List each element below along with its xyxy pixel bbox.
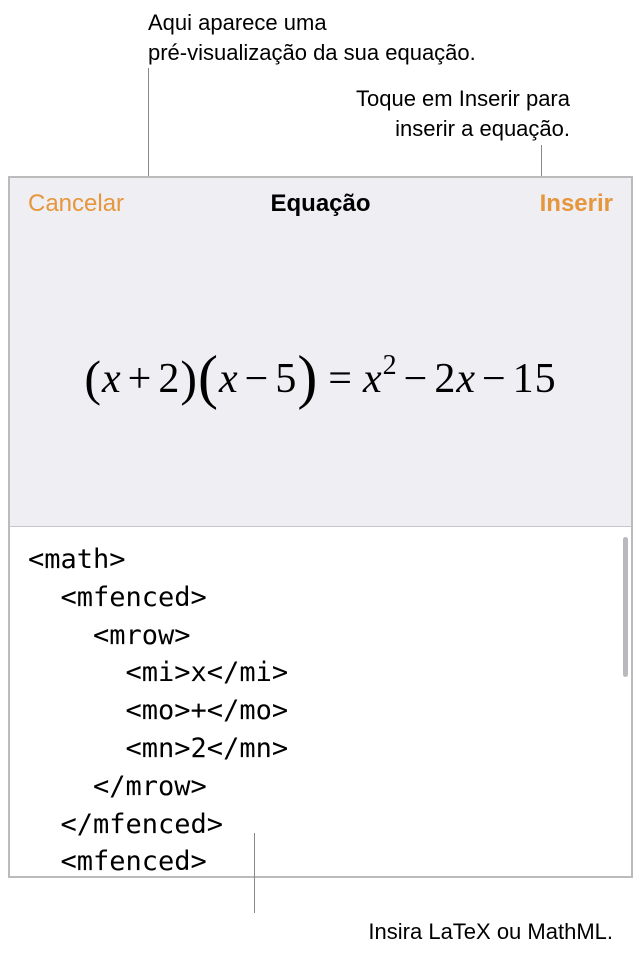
scroll-indicator[interactable]: [623, 537, 628, 677]
callout-insert: Toque em Inserir parainserir a equação.: [250, 84, 570, 143]
num-5: 5: [275, 356, 297, 402]
equation-code-input[interactable]: <math> <mfenced> <mrow> <mi>x</mi> <mo>+…: [10, 527, 631, 876]
var-x-2: x: [219, 356, 239, 402]
op-plus-1: +: [122, 356, 159, 402]
num-2: 2: [158, 356, 180, 402]
var-x-3: x: [363, 356, 383, 402]
insert-button[interactable]: Inserir: [540, 190, 613, 218]
callout-preview: Aqui aparece umapré-visualização da sua …: [148, 8, 528, 67]
close-paren-2: ): [297, 344, 318, 410]
op-minus-1: −: [239, 356, 276, 402]
callout-leader-input: [254, 833, 255, 913]
coef-2: 2: [434, 356, 456, 402]
var-x-4: x: [456, 356, 476, 402]
num-15: 15: [513, 356, 557, 402]
close-paren-1: ): [180, 350, 198, 406]
dialog-header: Cancelar Equação Inserir: [10, 178, 631, 228]
var-x-1: x: [102, 356, 122, 402]
equation-render: (x+2)(x−5)=x2−2x−15: [84, 343, 556, 412]
open-paren-1: (: [84, 350, 102, 406]
op-equals: =: [318, 356, 363, 402]
equation-preview: (x+2)(x−5)=x2−2x−15: [10, 228, 631, 527]
op-minus-2: −: [398, 356, 435, 402]
open-paren-2: (: [198, 344, 219, 410]
exponent-2: 2: [383, 350, 398, 381]
cancel-button[interactable]: Cancelar: [28, 190, 124, 218]
callout-input: Insira LaTeX ou MathML.: [283, 917, 613, 947]
op-minus-3: −: [476, 356, 513, 402]
dialog-title: Equação: [270, 190, 370, 218]
equation-dialog: Cancelar Equação Inserir (x+2)(x−5)=x2−2…: [8, 176, 633, 878]
